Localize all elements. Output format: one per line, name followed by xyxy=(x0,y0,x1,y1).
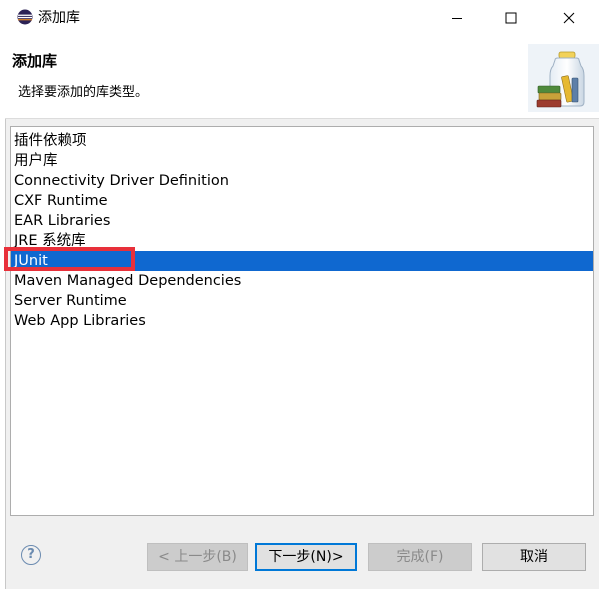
list-item-cxf-runtime[interactable]: CXF Runtime xyxy=(11,191,593,211)
library-type-list[interactable]: 插件依赖项 用户库 Connectivity Driver Definition… xyxy=(10,126,594,516)
list-item-web-app-libraries[interactable]: Web App Libraries xyxy=(11,311,593,331)
close-button[interactable] xyxy=(546,0,592,36)
back-button[interactable]: < 上一步(B) xyxy=(147,543,248,571)
list-item-connectivity-driver-definition[interactable]: Connectivity Driver Definition xyxy=(11,171,593,191)
finish-button[interactable]: 完成(F) xyxy=(368,543,472,571)
header-title: 添加库 xyxy=(12,52,58,70)
list-item-user-library[interactable]: 用户库 xyxy=(11,151,593,171)
close-icon xyxy=(563,12,575,24)
eclipse-icon xyxy=(17,9,33,25)
list-item-ear-libraries[interactable]: EAR Libraries xyxy=(11,211,593,231)
list-item-plugin-dependencies[interactable]: 插件依赖项 xyxy=(11,131,593,151)
header-description: 选择要添加的库类型。 xyxy=(18,85,149,100)
next-button[interactable]: 下一步(N)> xyxy=(255,543,357,571)
maximize-icon xyxy=(505,12,517,24)
cancel-button[interactable]: 取消 xyxy=(482,543,586,571)
list-item-jre-system-library[interactable]: JRE 系统库 xyxy=(11,231,593,251)
list-item-server-runtime[interactable]: Server Runtime xyxy=(11,291,593,311)
minimize-button[interactable] xyxy=(434,0,480,36)
dialog-header: 添加库 选择要添加的库类型。 xyxy=(5,36,599,119)
add-library-dialog: 添加库 添加库 选择要添加的库类型。 插件依赖项 用户库 Connectivit… xyxy=(0,0,599,589)
library-jar-icon xyxy=(528,44,599,112)
help-icon[interactable]: ? xyxy=(21,545,41,565)
window-title: 添加库 xyxy=(38,10,80,26)
list-item-maven-managed-dependencies[interactable]: Maven Managed Dependencies xyxy=(11,271,593,291)
list-item-junit[interactable]: JUnit xyxy=(11,251,593,271)
minimize-icon xyxy=(452,18,462,19)
title-bar: 添加库 xyxy=(0,0,599,36)
maximize-button[interactable] xyxy=(488,0,534,36)
